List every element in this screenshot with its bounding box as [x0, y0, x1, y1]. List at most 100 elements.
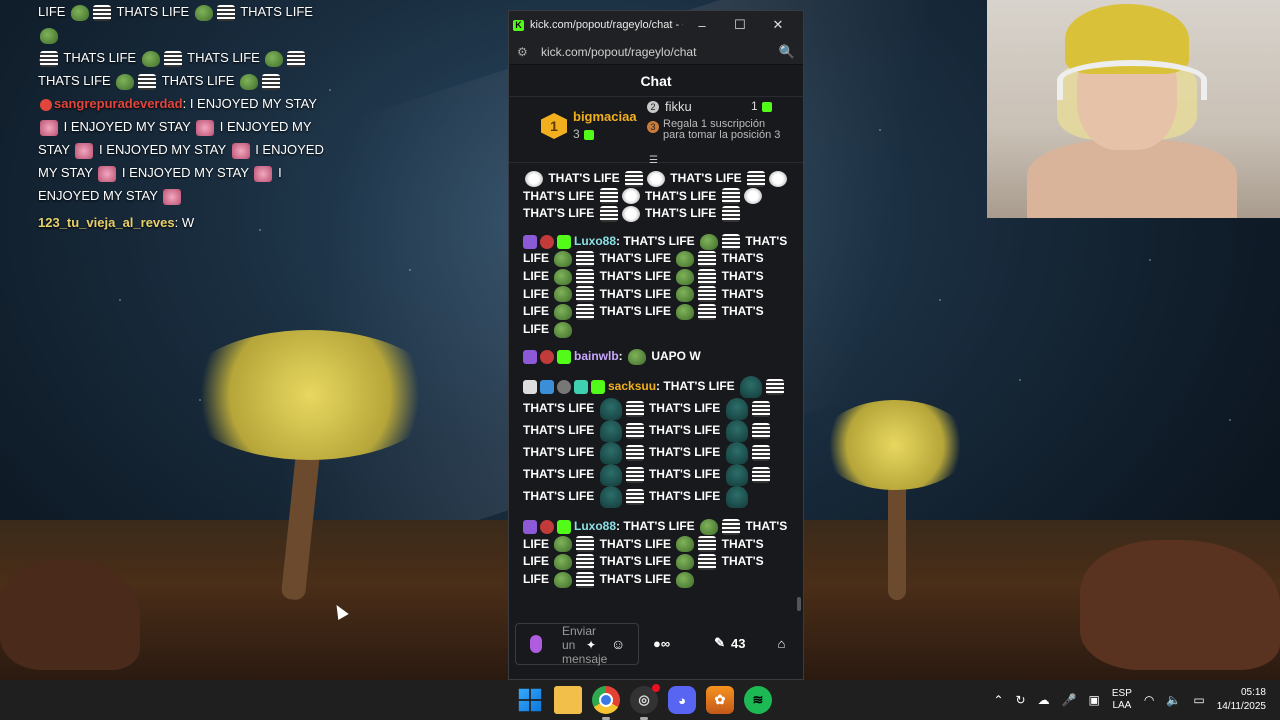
leader-1-count-value: 3: [573, 127, 580, 141]
user-badge-icon[interactable]: [540, 379, 554, 394]
user-badge-icon[interactable]: [557, 519, 571, 534]
user-badge-icon[interactable]: [523, 234, 537, 249]
gift-icon: [761, 101, 772, 112]
url-text[interactable]: kick.com/popout/rageylo/chat: [541, 45, 779, 59]
battery-icon[interactable]: ▭: [1193, 693, 1204, 707]
user-badge-icon[interactable]: [591, 379, 605, 394]
e-emote-icon: [93, 4, 112, 21]
close-button[interactable]: ✕: [759, 17, 797, 33]
emote-icon: [743, 188, 762, 205]
spotify-icon[interactable]: ≋: [744, 686, 772, 714]
chat-header: Chat: [509, 65, 803, 97]
chat-message-list[interactable]: THAT'S LIFE THAT'S LIFE THAT'S LIFE THAT…: [509, 164, 803, 614]
volume-icon[interactable]: 🔈: [1166, 693, 1181, 707]
microphone-tray-icon[interactable]: 🎤: [1062, 693, 1077, 707]
language-code: ESP: [1111, 688, 1132, 699]
translate-icon[interactable]: ✦: [586, 638, 596, 652]
emote-icon: [676, 553, 695, 570]
emote-icon: [751, 466, 770, 483]
overlay-text: : W: [174, 215, 195, 230]
chat-scrollbar[interactable]: [797, 171, 801, 611]
chat-text: THAT'S LIFE: [623, 233, 698, 248]
fl-studio-icon[interactable]: ✿: [706, 686, 734, 714]
display-icon[interactable]: ▣: [1089, 693, 1100, 707]
chat-text: THAT'S LIFE: [641, 206, 720, 221]
emoji-icon[interactable]: ☺: [611, 636, 625, 652]
user-badge-icon[interactable]: [540, 519, 554, 534]
refresh-icon[interactable]: ↻: [1016, 693, 1026, 707]
file-explorer-icon[interactable]: [554, 686, 582, 714]
leader-2-name[interactable]: fikku: [665, 99, 692, 114]
chat-message[interactable]: THAT'S LIFE THAT'S LIFE THAT'S LIFE THAT…: [523, 170, 789, 223]
clock-date: 14/11/2025: [1216, 701, 1266, 712]
frog-emote-icon: [240, 73, 259, 90]
frog-emote-icon: [116, 73, 135, 90]
user-badge-icon[interactable]: [574, 379, 588, 394]
user-badge-icon[interactable]: [557, 350, 571, 365]
start-menu-icon[interactable]: [518, 688, 542, 712]
zoom-icon[interactable]: 🔍: [779, 44, 795, 60]
chat-message[interactable]: bainwlb: UAPO W: [523, 348, 789, 366]
address-bar[interactable]: ⚙ kick.com/popout/rageylo/chat 🔍: [509, 39, 803, 65]
recording-dot-icon: [652, 684, 660, 692]
minimize-button[interactable]: –: [683, 18, 721, 33]
site-settings-icon[interactable]: ⚙: [517, 45, 531, 59]
chat-username[interactable]: Luxo88: [574, 234, 616, 248]
community-icon[interactable]: ●∞: [653, 636, 670, 651]
obs-icon[interactable]: ◎: [630, 684, 660, 720]
chat-message[interactable]: Luxo88: THAT'S LIFE THAT'S LIFE THAT'S L…: [523, 518, 789, 588]
taskbar-apps: ◎ ◕ ✿ ≋: [516, 684, 772, 720]
microphone-icon[interactable]: [530, 635, 542, 653]
input-language[interactable]: ESP LAA: [1112, 688, 1132, 712]
badge-icon: [40, 98, 52, 111]
user-badge-icon[interactable]: [523, 350, 537, 365]
pink-emote-icon: [254, 165, 273, 182]
maximize-button[interactable]: ☐: [721, 17, 759, 33]
emote-icon: [676, 268, 695, 285]
cloud-icon[interactable]: ☁: [1038, 693, 1050, 707]
leader-1-name[interactable]: bigmaciaa: [573, 109, 637, 124]
overlay-text: LIFE: [38, 4, 66, 19]
emote-icon: [621, 206, 640, 223]
wifi-icon[interactable]: ◠: [1144, 693, 1154, 707]
overlay-text: STAY: [38, 142, 70, 157]
rank-2-badge: 2: [647, 101, 659, 113]
user-badge-icon[interactable]: [557, 379, 571, 394]
frog-emote-icon: [40, 27, 58, 44]
chat-text: THAT'S LIFE: [645, 489, 724, 504]
emote-icon: [625, 422, 644, 439]
emote-icon: [576, 571, 595, 588]
window-titlebar[interactable]: K kick.com/popout/rageylo/chat - G... – …: [509, 11, 803, 39]
chevron-up-icon[interactable]: ⌃: [993, 693, 1003, 707]
user-badge-icon[interactable]: [540, 350, 554, 365]
chat-username[interactable]: sacksuu: [608, 379, 656, 393]
clock[interactable]: 05:18 14/11/2025: [1217, 686, 1266, 714]
user-badge-icon[interactable]: [523, 519, 537, 534]
tree-crown: [180, 330, 440, 460]
frog-emote-icon: [194, 4, 213, 21]
user-badge-icon[interactable]: [540, 234, 554, 249]
user-badge-icon[interactable]: [523, 379, 537, 394]
scrollbar-thumb[interactable]: [797, 597, 801, 611]
store-icon[interactable]: ⌂: [778, 636, 786, 651]
overlay-line: THATS LIFE THATS LIFE: [38, 46, 328, 69]
clock-time: 05:18: [1240, 687, 1266, 698]
discord-icon[interactable]: ◕: [668, 686, 696, 714]
emote-icon: [676, 536, 695, 553]
chat-text: THAT'S LIFE: [645, 445, 724, 460]
chat-username[interactable]: bainwlb: [574, 349, 619, 363]
emote-icon: [576, 286, 595, 303]
chat-message[interactable]: sacksuu: THAT'S LIFE THAT'S LIFE THAT'S …: [523, 375, 789, 508]
chat-text: THAT'S LIFE: [623, 518, 698, 533]
chat-username[interactable]: Luxo88: [574, 519, 616, 533]
chat-message[interactable]: Luxo88: THAT'S LIFE THAT'S LIFE THAT'S L…: [523, 233, 789, 339]
emote-icon: [576, 268, 595, 285]
overlay-text: I ENJOYED: [255, 142, 324, 157]
points-icon[interactable]: ✎: [714, 635, 725, 651]
message-composer[interactable]: Enviar un mensaje ✦ ☺: [515, 623, 639, 666]
user-badge-icon[interactable]: [557, 234, 571, 249]
pink-emote-icon: [75, 142, 94, 159]
chrome-icon[interactable]: [592, 686, 620, 720]
emote-icon: [699, 518, 718, 535]
emote-icon: [554, 536, 573, 553]
